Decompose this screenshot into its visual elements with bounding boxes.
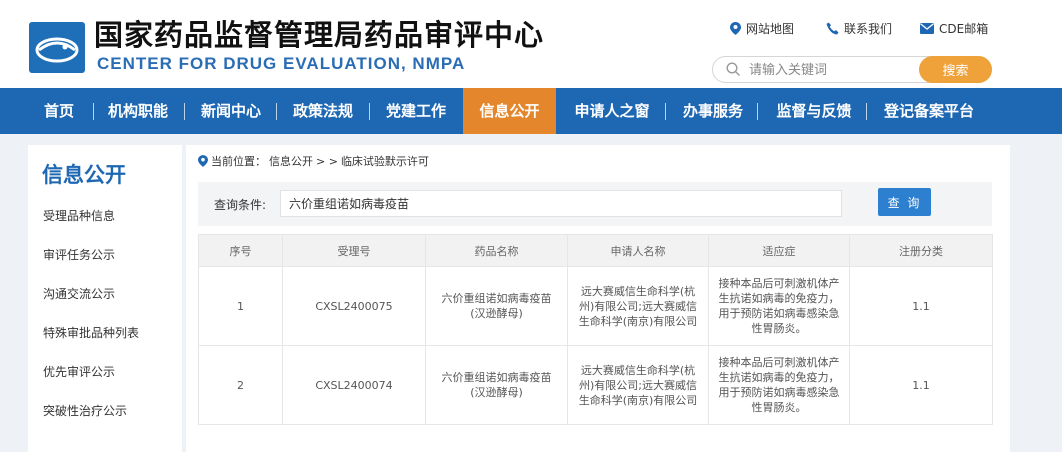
sitemap-link[interactable]: 网站地图 — [730, 20, 794, 37]
query-button[interactable]: 查 询 — [878, 188, 931, 216]
sidebar: 信息公开 受理品种信息 审评任务公示 沟通交流公示 特殊审批品种列表 优先审评公… — [28, 145, 182, 452]
table-row[interactable]: 1 CXSL2400075 六价重组诺如病毒疫苗(汉逊酵母) 远大赛威信生命科学… — [198, 266, 993, 346]
cell-applicant: 远大赛威信生命科学(杭州)有限公司;远大赛威信生命科学(南京)有限公司 — [567, 266, 709, 346]
column-header-indication: 适应症 — [708, 234, 850, 267]
nav-party[interactable]: 党建工作 — [377, 88, 455, 134]
sidebar-item-special-approval[interactable]: 特殊审批品种列表 — [43, 324, 139, 341]
nav-divider — [93, 103, 94, 120]
nav-info-public[interactable]: 信息公开 — [463, 88, 556, 134]
cde-mail-link[interactable]: CDE邮箱 — [920, 20, 988, 37]
cell-category: 1.1 — [849, 266, 993, 346]
cell-applicant: 远大赛威信生命科学(杭州)有限公司;远大赛威信生命科学(南京)有限公司 — [567, 345, 709, 425]
sidebar-item-accepted[interactable]: 受理品种信息 — [43, 207, 115, 224]
nav-feedback[interactable]: 监督与反馈 — [765, 88, 863, 134]
nav-divider — [184, 103, 185, 120]
nav-home[interactable]: 首页 — [31, 88, 87, 134]
contact-link[interactable]: 联系我们 — [826, 20, 892, 37]
sidebar-item-communication[interactable]: 沟通交流公示 — [43, 285, 115, 302]
location-pin-icon — [730, 22, 741, 35]
nav-news[interactable]: 新闻中心 — [192, 88, 270, 134]
cell-drug: 六价重组诺如病毒疫苗(汉逊酵母) — [425, 266, 568, 346]
nav-divider — [665, 103, 666, 120]
column-header-category: 注册分类 — [849, 234, 993, 267]
breadcrumb-separator: > > — [316, 154, 338, 168]
nav-divider — [757, 103, 758, 120]
search-button[interactable]: 搜索 — [919, 56, 992, 83]
column-header-applicant: 申请人名称 — [567, 234, 709, 267]
cell-accept-no: CXSL2400075 — [282, 266, 426, 346]
table-header-row: 序号 受理号 药品名称 申请人名称 适应症 注册分类 — [198, 234, 993, 267]
site-header: 国家药品监督管理局药品审评中心 CENTER FOR DRUG EVALUATI… — [0, 0, 1062, 88]
column-header-drug: 药品名称 — [425, 234, 568, 267]
site-subtitle: CENTER FOR DRUG EVALUATION, NMPA — [97, 54, 466, 73]
site-title: 国家药品监督管理局药品审评中心 — [94, 18, 545, 52]
cell-indication: 接种本品后可刺激机体产生抗诺如病毒的免疫力，用于预防诺如病毒感染急性胃肠炎。 — [708, 345, 850, 425]
sidebar-item-breakthrough[interactable]: 突破性治疗公示 — [43, 402, 127, 419]
phone-icon — [826, 22, 839, 35]
query-input[interactable] — [280, 190, 842, 217]
breadcrumb-info-public[interactable]: 信息公开 — [269, 153, 313, 169]
cde-logo-icon[interactable] — [29, 22, 85, 73]
site-search: 搜索 — [712, 56, 992, 83]
breadcrumb: 当前位置： 信息公开 > > 临床试验默示许可 — [198, 153, 429, 169]
sidebar-title: 信息公开 — [42, 163, 126, 187]
sidebar-item-review-tasks[interactable]: 审评任务公示 — [43, 246, 115, 263]
nav-policy[interactable]: 政策法规 — [284, 88, 362, 134]
query-bar: 查询条件: 查 询 — [198, 182, 992, 226]
cell-no: 2 — [198, 345, 283, 425]
nav-registration[interactable]: 登记备案平台 — [874, 88, 984, 134]
cell-accept-no: CXSL2400074 — [282, 345, 426, 425]
nav-functions[interactable]: 机构职能 — [99, 88, 177, 134]
column-header-accept-no: 受理号 — [282, 234, 426, 267]
breadcrumb-label: 当前位置： — [211, 155, 266, 168]
contact-label: 联系我们 — [844, 22, 893, 36]
cde-mail-label: CDE邮箱 — [939, 22, 989, 36]
sidebar-item-priority-review[interactable]: 优先审评公示 — [43, 363, 115, 380]
sitemap-label: 网站地图 — [746, 22, 795, 36]
query-label: 查询条件: — [214, 198, 267, 212]
cell-indication: 接种本品后可刺激机体产生抗诺如病毒的免疫力，用于预防诺如病毒感染急性胃肠炎。 — [708, 266, 850, 346]
main-content: 当前位置： 信息公开 > > 临床试验默示许可 查询条件: 查 询 序号 受理号… — [186, 145, 1010, 452]
nav-applicant[interactable]: 申请人之窗 — [562, 88, 662, 134]
cell-drug: 六价重组诺如病毒疫苗(汉逊酵母) — [425, 345, 568, 425]
breadcrumb-current: 临床试验默示许可 — [340, 155, 429, 168]
table-row[interactable]: 2 CXSL2400074 六价重组诺如病毒疫苗(汉逊酵母) 远大赛威信生命科学… — [198, 345, 993, 425]
nav-divider — [866, 103, 867, 120]
cell-no: 1 — [198, 266, 283, 346]
nav-services[interactable]: 办事服务 — [673, 88, 753, 134]
search-icon — [726, 62, 740, 76]
search-input[interactable] — [749, 60, 919, 80]
column-header-no: 序号 — [198, 234, 283, 267]
nav-divider — [276, 103, 277, 120]
location-pin-icon — [198, 155, 208, 167]
cell-category: 1.1 — [849, 345, 993, 425]
mail-icon — [920, 23, 934, 34]
nav-divider — [369, 103, 370, 120]
results-table: 序号 受理号 药品名称 申请人名称 适应症 注册分类 1 CXSL2400075… — [198, 234, 993, 425]
main-nav: 首页 机构职能 新闻中心 政策法规 党建工作 信息公开 申请人之窗 办事服务 监… — [0, 88, 1062, 134]
